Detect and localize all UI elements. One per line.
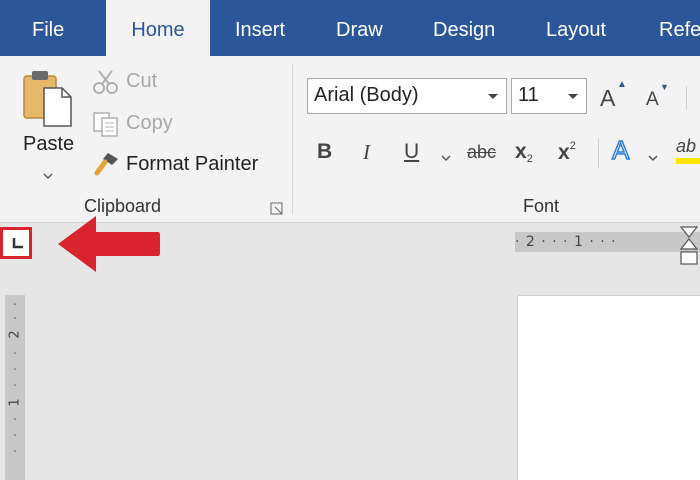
tab-stop-icon [11,236,25,250]
font-name-value: Arial (Body) [314,84,419,106]
subscript-mark: 2 [526,153,533,165]
vertical-ruler-ticks: · · · [12,413,18,460]
format-painter-button[interactable]: Format Painter [126,153,258,176]
chevron-down-icon [568,94,578,99]
vertical-ruler-label: 1 [7,398,23,407]
superscript-button[interactable]: x2 [558,140,576,165]
tab-home[interactable]: Home [106,0,210,56]
cut-button[interactable]: Cut [126,70,157,93]
underline-button[interactable]: U [404,140,419,164]
vertical-ruler-ticks: · · · [12,347,18,394]
strikethrough-button[interactable]: abc [467,142,496,163]
format-painter-icon [92,151,120,177]
font-group-label: Font [523,196,560,216]
horizontal-ruler-marks: · 2 · · · 1 · · · [515,234,617,250]
tab-selector-button[interactable] [0,227,32,259]
underline-dropdown-icon[interactable] [441,149,451,167]
red-arrow-icon [54,212,162,276]
document-page[interactable] [518,296,700,480]
text-effects-dropdown-icon[interactable] [648,149,658,167]
highlight-color-bar [676,158,700,164]
font-size-select[interactable]: 11 [511,78,587,114]
subscript-base: x [515,140,527,163]
ribbon-panel: Paste Cut Copy Format Painter Clipboard … [0,56,700,223]
copy-button[interactable]: Copy [126,112,173,135]
tab-insert[interactable]: Insert [235,0,285,56]
vertical-ruler-ticks: · · [12,298,18,327]
superscript-base: x [558,141,570,164]
subscript-button[interactable]: x2 [515,140,533,165]
chevron-down-icon [488,94,498,99]
font-size-value: 11 [518,84,539,106]
copy-icon [92,111,120,137]
caret-up-icon: ▲ [617,79,627,90]
text-effects-button[interactable]: A [611,134,630,166]
superscript-mark: 2 [569,140,576,152]
dialog-launcher-icon[interactable] [270,202,284,216]
scissors-icon [92,69,120,95]
horizontal-ruler: · 2 · · · 1 · · · [515,232,700,252]
vertical-ruler-label: 2 [7,330,23,339]
tab-draw[interactable]: Draw [336,0,383,56]
paste-dropdown-icon[interactable] [43,167,53,180]
group-separator [598,138,599,168]
vertical-ruler: · · 2 · · · 1 · · · [5,295,25,480]
tab-references[interactable]: Refe [659,0,700,56]
tab-layout[interactable]: Layout [546,0,606,56]
group-separator [686,86,687,110]
ribbon-tab-bar: File Home Insert Draw Design Layout Refe [0,0,700,56]
indent-marker-icon[interactable] [679,226,699,266]
shrink-font-button[interactable]: A [646,89,659,111]
italic-button[interactable]: I [363,140,370,165]
tab-design[interactable]: Design [433,0,495,56]
paste-icon[interactable] [18,68,80,132]
paste-button[interactable]: Paste [23,133,74,156]
highlight-button[interactable]: ab [676,136,700,170]
font-name-select[interactable]: Arial (Body) [307,78,507,114]
caret-down-icon: ▼ [660,82,669,92]
grow-font-button[interactable]: A [600,85,615,112]
tab-file[interactable]: File [32,0,64,56]
highlight-label: ab [676,136,697,156]
group-separator [292,64,293,214]
bold-button[interactable]: B [317,140,332,164]
